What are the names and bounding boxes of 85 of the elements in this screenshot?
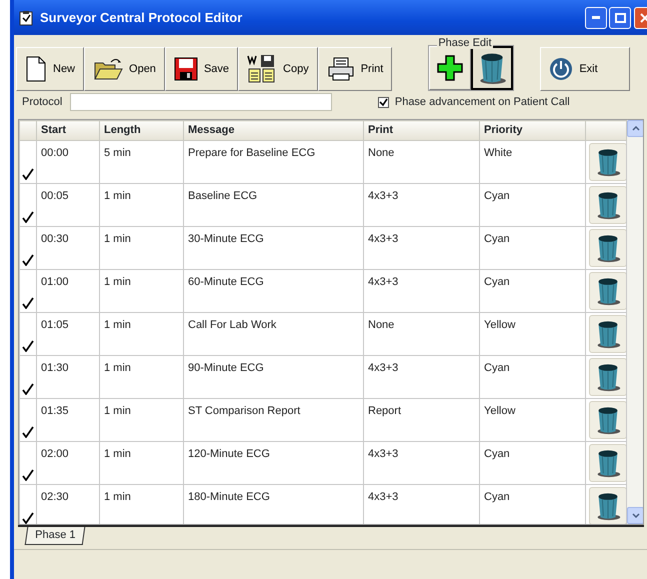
- table-cell: Call For Lab Work: [184, 312, 364, 356]
- close-icon: [640, 12, 647, 22]
- table-cell: 1 min: [100, 184, 184, 226]
- column-header[interactable]: Start: [36, 120, 100, 140]
- table-cell: Prepare for Baseline ECG: [184, 140, 364, 184]
- document-icon: [25, 56, 47, 82]
- delete-row-button[interactable]: [589, 186, 627, 224]
- table-cell: Cyan: [480, 184, 586, 226]
- folder-icon: [93, 57, 124, 81]
- table-cell: 1 min: [100, 442, 184, 484]
- maximize-icon: [614, 12, 626, 22]
- add-button[interactable]: [429, 46, 472, 90]
- printer-icon: [326, 57, 355, 81]
- checkbox[interactable]: [378, 96, 390, 108]
- copy-documents-icon: [247, 54, 278, 84]
- table-cell: 4x3+3: [364, 270, 480, 312]
- table-cell: 5 min: [100, 140, 184, 184]
- table-cell: 4x3+3: [364, 356, 480, 398]
- table-cell: 00:30: [36, 226, 100, 270]
- column-header[interactable]: Priority: [480, 120, 586, 140]
- new-button[interactable]: New: [16, 47, 84, 91]
- table-cell: 01:35: [36, 398, 100, 442]
- scrollbar[interactable]: [627, 120, 643, 524]
- exit-button[interactable]: Exit: [540, 47, 630, 91]
- table-cell: 30-Minute ECG: [184, 226, 364, 270]
- delete-row-button[interactable]: [589, 487, 627, 524]
- table-cell: Cyan: [480, 270, 586, 312]
- table-cell: ST Comparison Report: [184, 398, 364, 442]
- table-cell: Cyan: [480, 226, 586, 270]
- table-cell: None: [364, 140, 480, 184]
- table-cell: 00:05: [36, 184, 100, 226]
- table-cell: 4x3+3: [364, 226, 480, 270]
- field-label: Protocol: [22, 94, 62, 110]
- table-cell: None: [364, 312, 480, 356]
- delete-row-button[interactable]: [589, 444, 627, 482]
- table-cell: Cyan: [480, 442, 586, 484]
- window-title: Surveyor Central Protocol Editor: [40, 8, 242, 27]
- delete-row-button[interactable]: [589, 401, 627, 439]
- scroll-up-button[interactable]: [627, 120, 643, 137]
- delete-row-button[interactable]: [589, 272, 627, 310]
- table-cell: 1 min: [100, 270, 184, 312]
- table-cell: Yellow: [480, 398, 586, 442]
- clipboard-icon: [18, 10, 34, 26]
- minimize-button[interactable]: [584, 6, 606, 28]
- column-header[interactable]: Message: [184, 120, 364, 140]
- tab[interactable]: Phase 1: [24, 527, 86, 545]
- column-header[interactable]: Length: [100, 120, 184, 140]
- table-cell: Report: [364, 398, 480, 442]
- save-button[interactable]: Save: [164, 47, 238, 91]
- table-cell: 120-Minute ECG: [184, 442, 364, 484]
- table-cell: 90-Minute ECG: [184, 356, 364, 398]
- protocol-field[interactable]: [70, 93, 332, 111]
- table-cell: 1 min: [100, 226, 184, 270]
- delete-row-button[interactable]: [589, 315, 627, 353]
- copy-button[interactable]: Copy: [238, 47, 318, 91]
- table-cell: 4x3+3: [364, 184, 480, 226]
- check-icon: [379, 98, 388, 106]
- maximize-button[interactable]: [609, 6, 632, 28]
- checkbox-label: Phase advancement on Patient Call: [394, 94, 570, 110]
- table-cell: Baseline ECG: [184, 184, 364, 226]
- table-cell: Yellow: [480, 312, 586, 356]
- table-cell: 02:00: [36, 442, 100, 484]
- open-button[interactable]: Open: [84, 47, 165, 91]
- table-cell: 60-Minute ECG: [184, 270, 364, 312]
- table-cell: 01:05: [36, 312, 100, 356]
- group-label: Phase Edit: [437, 37, 493, 49]
- table-cell: 1 min: [100, 398, 184, 442]
- delete-button[interactable]: [471, 46, 514, 90]
- table-cell: 01:00: [36, 270, 100, 312]
- plus-icon: [437, 55, 464, 81]
- table-cell: 1 min: [100, 356, 184, 398]
- delete-row-button[interactable]: [589, 229, 627, 267]
- print-button[interactable]: Print: [318, 47, 392, 91]
- table-cell: White: [480, 140, 586, 184]
- table-cell: Cyan: [480, 356, 586, 398]
- table-cell: 00:00: [36, 140, 100, 184]
- power-icon: [549, 57, 574, 81]
- delete-row-button[interactable]: [589, 143, 627, 181]
- minimize-icon: [592, 16, 600, 19]
- table-cell: 01:30: [36, 356, 100, 398]
- column-header[interactable]: Print: [364, 120, 480, 140]
- table-cell: 4x3+3: [364, 442, 480, 484]
- delete-row-button[interactable]: [589, 358, 627, 396]
- scroll-down-button[interactable]: [627, 507, 643, 524]
- table-cell: 1 min: [100, 312, 184, 356]
